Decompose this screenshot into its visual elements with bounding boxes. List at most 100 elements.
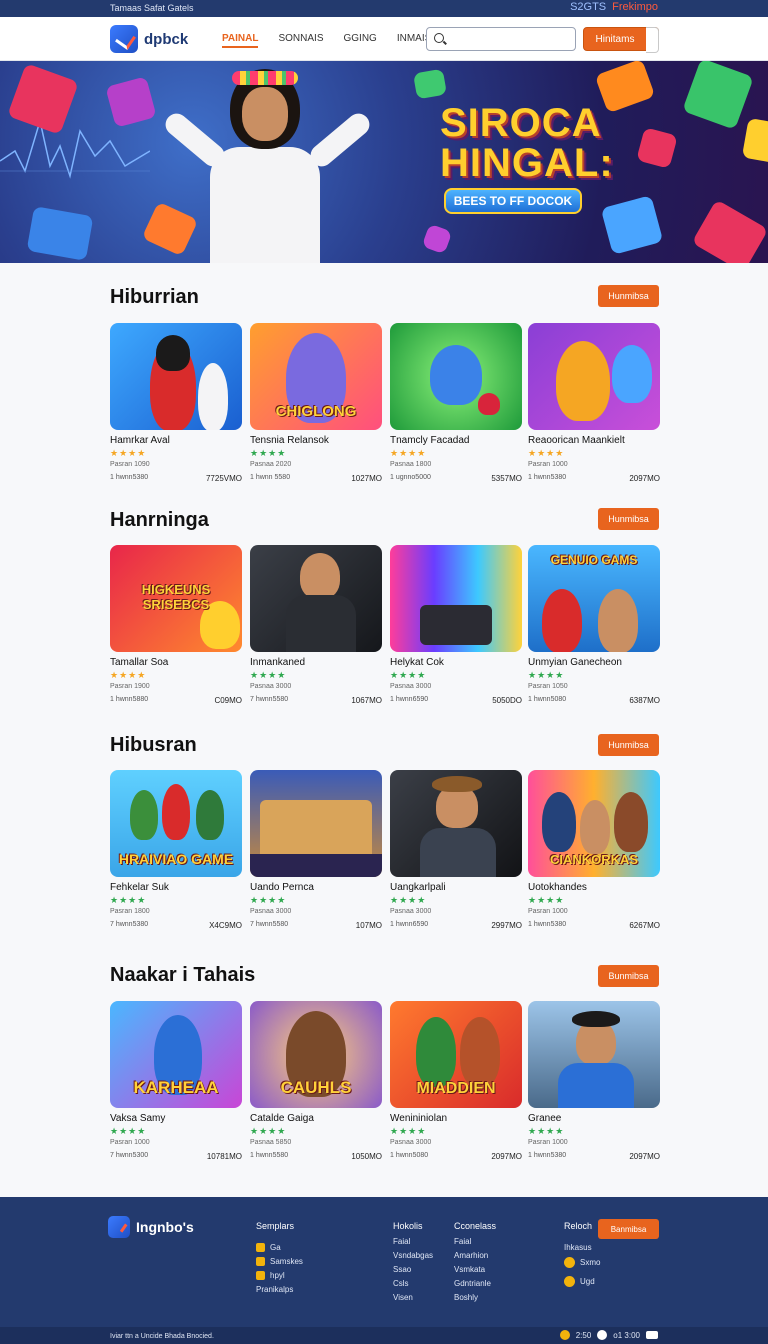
game-thumbnail-label: KARHEAA (133, 1078, 219, 1097)
game-card[interactable]: Reaoorican Maankielt ★★★★ Pasran 1000 1 … (528, 323, 660, 483)
brand-logo[interactable]: dpbck (110, 25, 188, 53)
game-card[interactable]: Helykat Cok ★★★★ Pasnaa 3000 1 hwnn6590 5… (390, 545, 522, 705)
game-id: 1 hwnn5880 (110, 696, 149, 703)
footer-link[interactable]: Ssao (393, 1265, 433, 1274)
top-strip-links[interactable]: Tamaas Safat Gatels (110, 3, 194, 13)
game-card[interactable]: HRAIVIAO GAME Fehkelar Suk ★★★★ Pasran 1… (110, 770, 242, 930)
game-plays: Pasnaa 3000 (390, 683, 432, 690)
toggle-icon[interactable] (646, 1331, 658, 1339)
section-more-button[interactable]: Hunmibsa (598, 734, 659, 756)
game-card[interactable]: CHIGLONG Tensnia Relansok ★★★★ Pasnaa 20… (250, 323, 382, 483)
footer-link-label: Ugd (580, 1277, 595, 1286)
nav-menu: PAINAL SONNAIS GGING INMAIS (222, 33, 431, 48)
hero-cta-button[interactable]: BEES TO FF DOCOK (444, 188, 582, 214)
hero-dice-decoration (421, 223, 453, 255)
game-id: 1 hwnn5380 (110, 474, 149, 481)
game-id: 1 hwnn5080 (528, 696, 567, 703)
footer-link[interactable]: Gdntrianle (454, 1279, 496, 1288)
game-thumbnail (390, 323, 522, 430)
footer-link[interactable]: hpyl (256, 1271, 303, 1280)
game-price: 2997MO (491, 921, 522, 930)
coin-icon (564, 1257, 575, 1268)
nav-item-sonnais[interactable]: SONNAIS (278, 33, 323, 48)
footer-link[interactable]: Vsmkata (454, 1265, 496, 1274)
rating-stars: ★★★★ (110, 670, 147, 680)
footer-link[interactable]: Pranikalps (256, 1285, 303, 1294)
section-title: Hiburrian (110, 286, 199, 308)
footer-column: Hokolis Faial Vsndabgas Ssao Csls Visen (393, 1221, 433, 1307)
game-card[interactable]: CIANKORKAS Uotokhandes ★★★★ Pasran 1000 … (528, 770, 660, 930)
game-price: X4C9MO (209, 921, 242, 930)
footer-link[interactable]: Visen (393, 1293, 433, 1302)
hero-dice-decoration (691, 199, 768, 263)
footer-link[interactable]: Faial (454, 1237, 496, 1246)
footer-link[interactable]: Ga (256, 1243, 303, 1252)
rating-stars: ★★★★ (390, 1126, 427, 1136)
game-id: 7 hwnn5580 (250, 696, 289, 703)
footer-logo[interactable]: Ingnbo's (108, 1216, 194, 1238)
footer-link[interactable]: Vsndabgas (393, 1251, 433, 1260)
game-title: Catalde Gaiga (250, 1113, 314, 1124)
site-footer: Ingnbo's Semplars Ga Samskes hpyl Pranik… (0, 1197, 768, 1344)
game-card[interactable]: KARHEAA Vaksa Samy ★★★★ Pasran 1000 7 hw… (110, 1001, 242, 1161)
game-plays: Pasnaa 3000 (390, 1139, 432, 1146)
game-thumbnail: CIANKORKAS (528, 770, 660, 877)
section-more-button[interactable]: Bunmibsa (598, 965, 659, 987)
game-thumbnail: CHIGLONG (250, 323, 382, 430)
game-plays: Pasran 1800 (110, 908, 150, 915)
game-plays: Pasnaa 3000 (390, 908, 432, 915)
search-input[interactable] (449, 31, 569, 47)
rating-stars: ★★★★ (390, 670, 427, 680)
game-plays: Pasnaa 3000 (250, 908, 292, 915)
game-card[interactable]: GENUIO GAMS Unmyian Ganecheon ★★★★ Pasra… (528, 545, 660, 705)
footer-column-heading: Cconelass (454, 1221, 497, 1231)
game-title: Tamallar Soa (110, 657, 169, 668)
coin-icon (256, 1257, 265, 1266)
footer-link[interactable]: Csls (393, 1279, 433, 1288)
game-thumbnail: KARHEAA (110, 1001, 242, 1108)
game-price: 1027MO (351, 474, 382, 483)
game-card[interactable]: Granee ★★★★ Pasran 1000 1 hwnn5380 2097MO (528, 1001, 660, 1161)
footer-link[interactable]: Amarhion (454, 1251, 496, 1260)
footer-cta-button[interactable]: Banmibsa (598, 1219, 659, 1239)
hero-dice-decoration (600, 195, 664, 255)
footer-link[interactable]: Ugd (564, 1276, 600, 1287)
footer-link[interactable]: Ihkasus (564, 1243, 600, 1252)
footer-link[interactable]: Faial (393, 1237, 433, 1246)
section-more-button[interactable]: Hunmibsa (598, 508, 659, 530)
footer-link[interactable]: Boshly (454, 1293, 496, 1302)
game-card[interactable]: CAUHLS Catalde Gaiga ★★★★ Pasnaa 5850 1 … (250, 1001, 382, 1161)
search-box[interactable] (426, 27, 576, 51)
game-id: 1 hwnn6590 (390, 696, 429, 703)
game-thumbnail (528, 1001, 660, 1108)
game-thumbnail: CAUHLS (250, 1001, 382, 1108)
game-plays: Pasran 1090 (110, 461, 150, 468)
top-strip-link[interactable]: Frekimpo (612, 1, 658, 13)
game-card[interactable]: Inmankaned ★★★★ Pasnaa 3000 7 hwnn5580 10… (250, 545, 382, 705)
game-card[interactable]: Tnamcly Facadad ★★★★ Pasnaa 1800 1 ugnno… (390, 323, 522, 483)
nav-item-painal[interactable]: PAINAL (222, 33, 259, 48)
nav-item-gging[interactable]: GGING (344, 33, 377, 48)
section-title: Hanrninga (110, 509, 209, 531)
section-title: Hibusran (110, 734, 197, 756)
game-card[interactable]: Hamrkar Aval ★★★★ Pasran 1090 1 hwnn5380… (110, 323, 242, 483)
game-card[interactable]: Uando Pernca ★★★★ Pasnaa 3000 7 hwnn5580… (250, 770, 382, 930)
game-price: 6267MO (629, 921, 660, 930)
section-more-button[interactable]: Hunmibsa (598, 285, 659, 307)
footer-link-label: Ihkasus (564, 1243, 592, 1252)
game-title: Tensnia Relansok (250, 435, 329, 446)
coin-icon (564, 1276, 575, 1287)
game-title: Granee (528, 1113, 562, 1124)
rating-stars: ★★★★ (110, 895, 147, 905)
hero-banner[interactable]: SIROCA HINGAL: BEES TO FF DOCOK (0, 61, 768, 263)
login-button[interactable]: Hinitams (583, 27, 659, 53)
brand-name: dpbck (144, 30, 189, 48)
footer-link[interactable]: Samskes (256, 1257, 303, 1266)
check-icon (597, 1330, 608, 1340)
game-title: Unmyian Ganecheon (528, 657, 622, 668)
game-card[interactable]: MIADDIEN Wenininiolan ★★★★ Pasnaa 3000 1… (390, 1001, 522, 1161)
footer-link[interactable]: Sxmo (564, 1257, 600, 1268)
game-card[interactable]: HIGKEUNS SRISEBCS Tamallar Soa ★★★★ Pasr… (110, 545, 242, 705)
game-card[interactable]: Uangkarlpali ★★★★ Pasnaa 3000 1 hwnn6590… (390, 770, 522, 930)
top-strip-badge[interactable]: S2GTS (570, 1, 606, 13)
